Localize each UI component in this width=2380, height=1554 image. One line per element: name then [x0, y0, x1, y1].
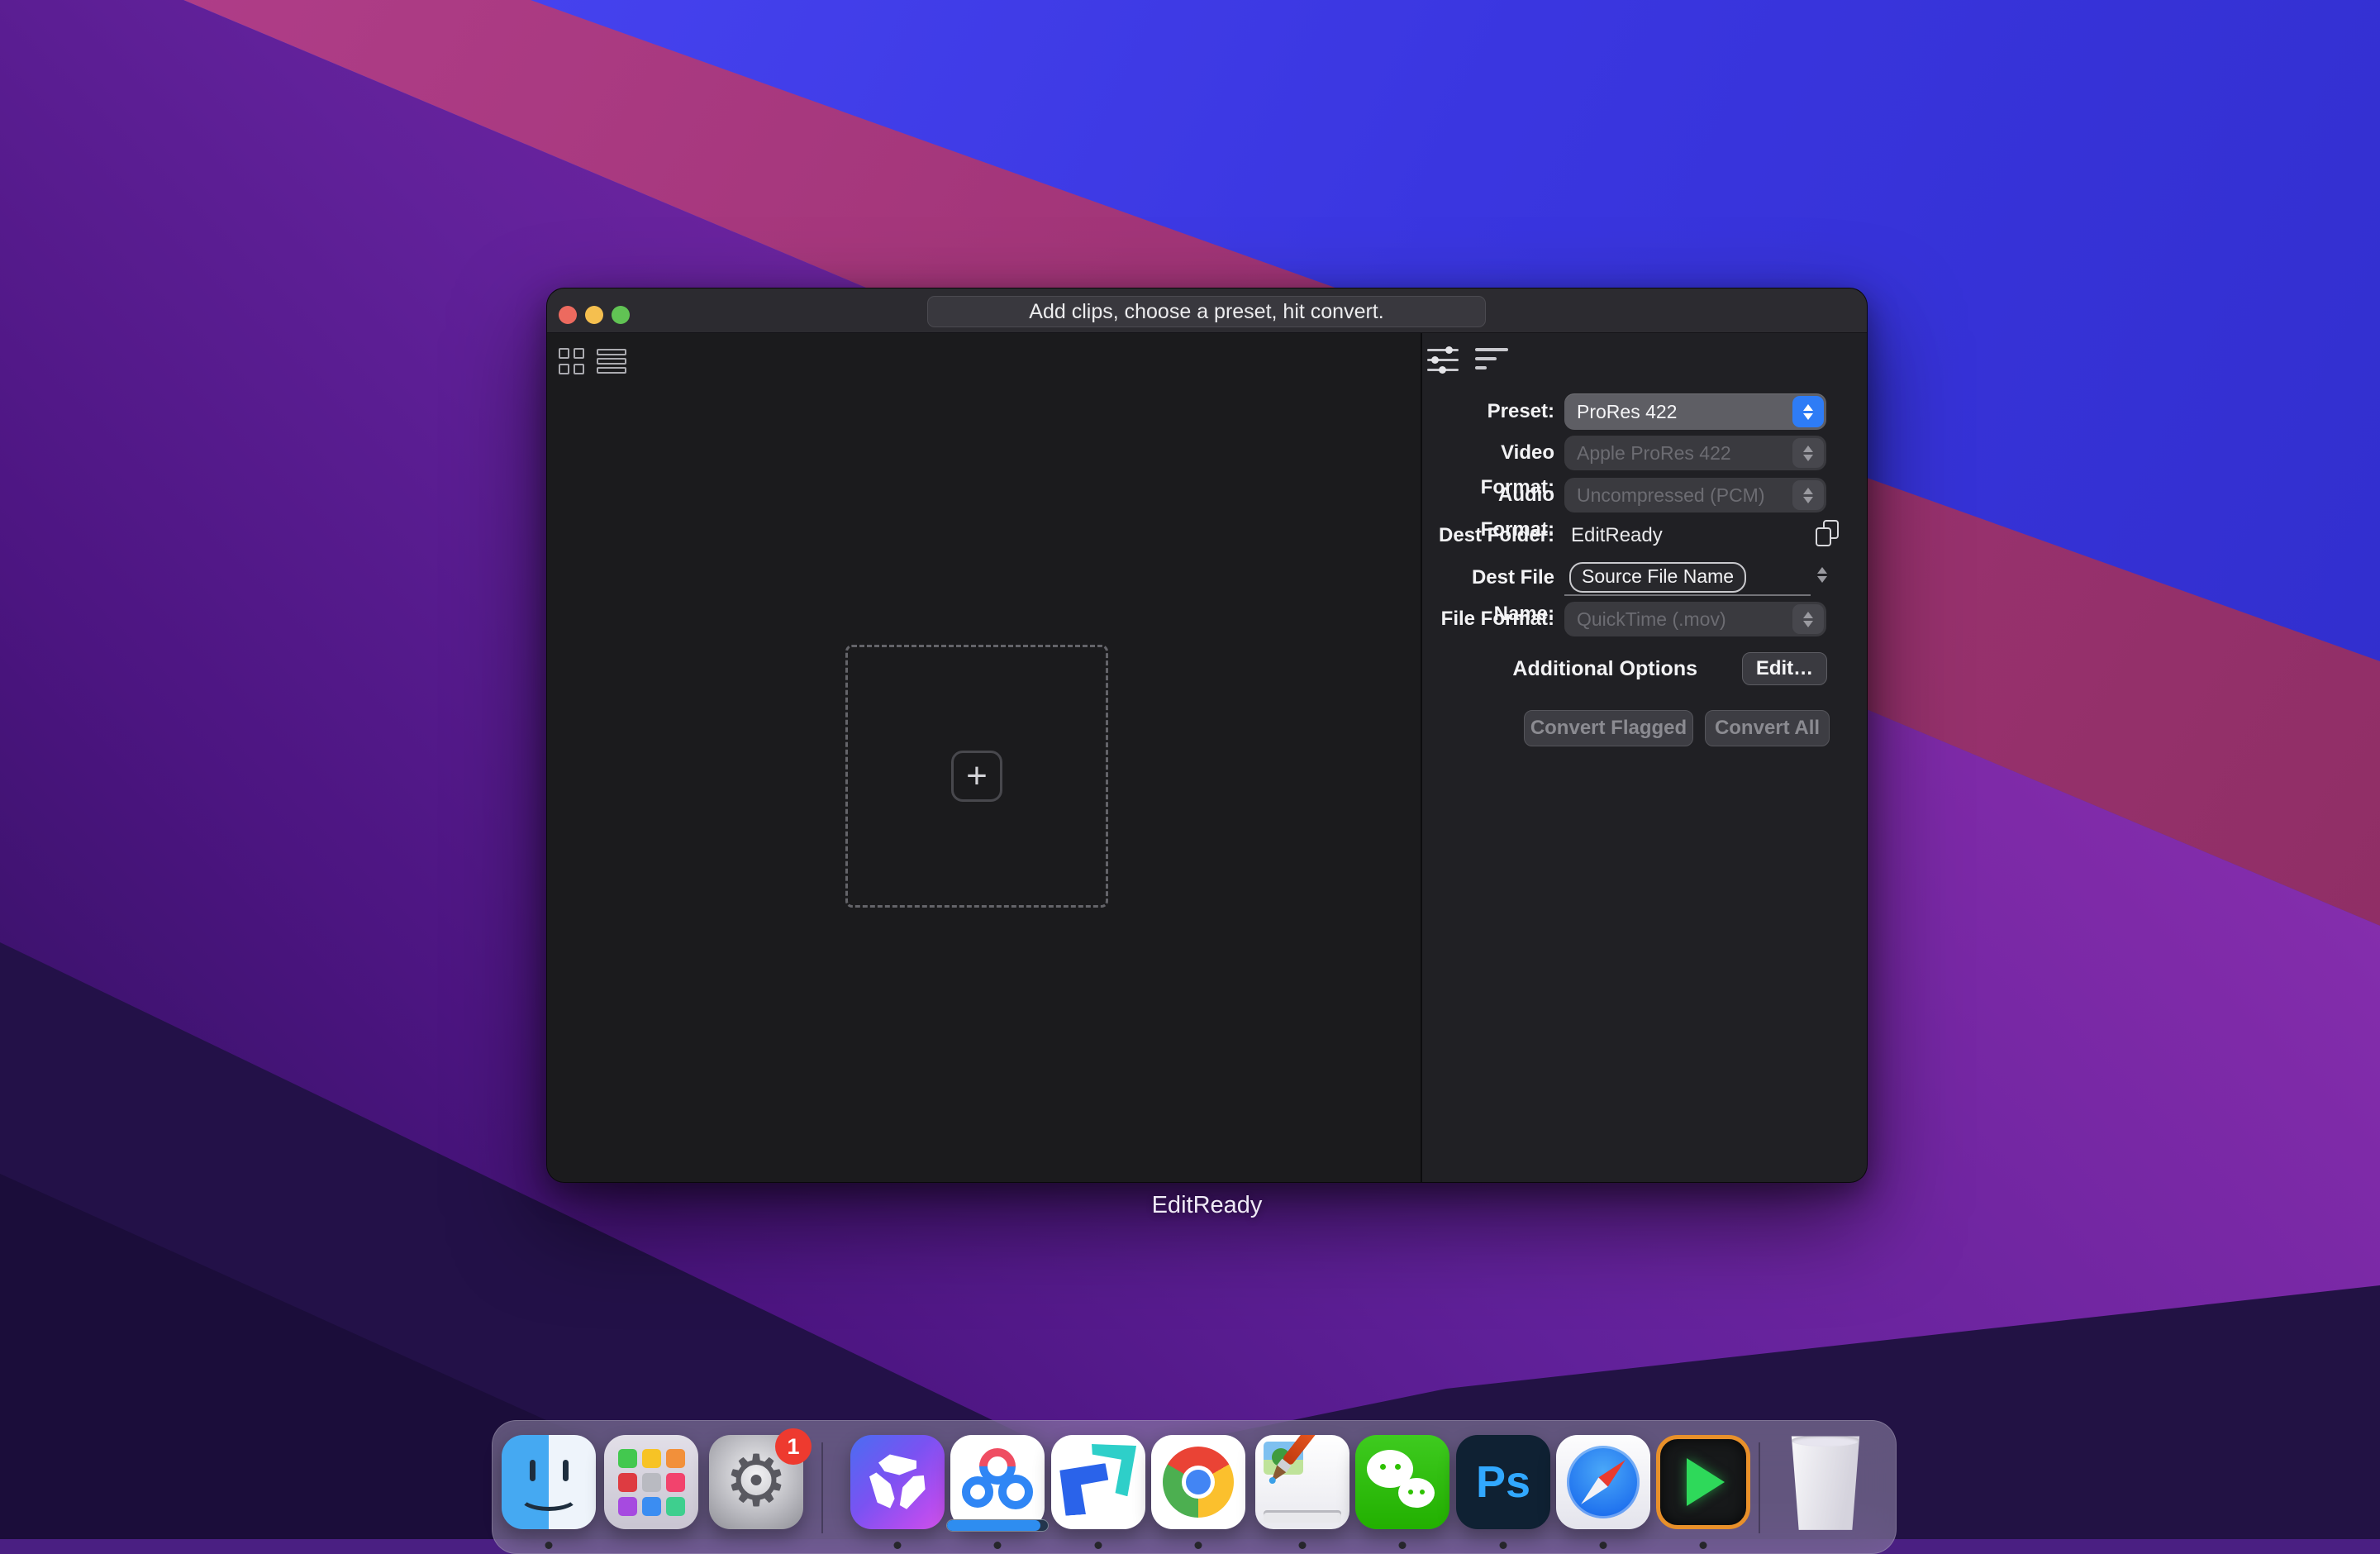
popup-arrows-icon — [1792, 438, 1824, 468]
running-indicator — [545, 1542, 553, 1549]
photoshop-icon: Ps — [1456, 1435, 1550, 1529]
token-stepper-icon[interactable] — [1817, 567, 1827, 583]
dock-item-photoshop[interactable]: Ps — [1456, 1435, 1550, 1529]
audio-format-value: Uncompressed (PCM) — [1577, 478, 1788, 512]
list-view-icon[interactable] — [597, 349, 626, 374]
running-indicator — [1299, 1542, 1307, 1549]
convert-all-button[interactable]: Convert All — [1705, 710, 1830, 746]
additional-options-label: Additional Options — [1422, 652, 1697, 685]
window-caption: EditReady — [546, 1192, 1868, 1219]
running-indicator — [1399, 1542, 1407, 1549]
edit-additional-options-button[interactable]: Edit… — [1742, 652, 1827, 685]
dock-item-system-preferences[interactable]: 1 — [709, 1435, 803, 1529]
status-message-pill: Add clips, choose a preset, hit convert. — [927, 296, 1486, 327]
preset-value: ProRes 422 — [1577, 393, 1788, 430]
dock-item-wechat[interactable] — [1355, 1435, 1449, 1529]
dock-item-safari[interactable] — [1556, 1435, 1650, 1529]
baidu-netdisk-icon — [950, 1435, 1045, 1529]
video-format-value: Apple ProRes 422 — [1577, 436, 1788, 470]
popup-arrows-icon — [1792, 480, 1824, 510]
window-content: + Preset: ProRes 422 Vi — [547, 333, 1867, 1182]
sort-lines-icon[interactable] — [1475, 348, 1508, 369]
dest-folder-value: EditReady — [1571, 522, 1663, 550]
add-clip-button[interactable]: + — [951, 751, 1002, 802]
launchpad-icon — [604, 1435, 698, 1529]
running-indicator — [1600, 1542, 1607, 1549]
zoom-button[interactable] — [612, 306, 630, 324]
dock-item-finder[interactable] — [502, 1435, 596, 1529]
dock-item-launchpad[interactable] — [604, 1435, 698, 1529]
dock-item-chrome[interactable] — [1151, 1435, 1245, 1529]
popup-arrows-icon — [1792, 604, 1824, 634]
running-indicator — [1095, 1542, 1102, 1549]
preset-popup[interactable]: ProRes 422 — [1564, 393, 1826, 430]
dest-folder-label: Dest Folder: — [1422, 522, 1554, 550]
grid-view-icon[interactable] — [559, 348, 585, 374]
video-format-popup: Apple ProRes 422 — [1564, 436, 1826, 470]
running-indicator — [1500, 1542, 1507, 1549]
dock-divider — [821, 1442, 823, 1533]
disk-paint-app-icon — [1255, 1435, 1349, 1529]
editready-window: Add clips, choose a preset, hit convert.… — [546, 288, 1868, 1183]
dock-item-disk-paint-app[interactable] — [1255, 1435, 1349, 1529]
notification-badge: 1 — [775, 1428, 812, 1465]
minimize-button[interactable] — [585, 306, 603, 324]
transfer-progress-bar — [946, 1519, 1049, 1532]
running-indicator — [994, 1542, 1002, 1549]
wechat-icon — [1355, 1435, 1449, 1529]
safari-icon — [1556, 1435, 1650, 1529]
preset-label: Preset: — [1422, 393, 1554, 430]
file-format-popup: QuickTime (.mov) — [1564, 602, 1826, 636]
running-indicator — [1700, 1542, 1707, 1549]
dock-item-baidu-netdisk[interactable] — [950, 1435, 1045, 1529]
purple-creative-app-icon — [850, 1435, 945, 1529]
field-underline — [1564, 594, 1811, 596]
file-format-value: QuickTime (.mov) — [1577, 602, 1788, 636]
close-button[interactable] — [559, 306, 577, 324]
filename-token[interactable]: Source File Name — [1569, 562, 1746, 593]
settings-sliders-icon[interactable] — [1427, 346, 1460, 374]
editready-icon — [1656, 1435, 1750, 1529]
finder-icon — [502, 1435, 596, 1529]
running-indicator — [894, 1542, 902, 1549]
chrome-icon — [1151, 1435, 1245, 1529]
settings-panel: Preset: ProRes 422 Video Format: Apple P… — [1422, 333, 1867, 1182]
clip-list-pane: + — [547, 333, 1421, 1182]
dock-item-trash[interactable] — [1778, 1435, 1873, 1529]
clip-dropzone[interactable]: + — [845, 645, 1108, 908]
file-format-label: File Format: — [1422, 602, 1554, 636]
view-toggles — [559, 348, 626, 374]
running-indicator — [1195, 1542, 1202, 1549]
convert-flagged-button[interactable]: Convert Flagged — [1524, 710, 1693, 746]
dock-divider — [1759, 1442, 1760, 1533]
audio-format-popup: Uncompressed (PCM) — [1564, 478, 1826, 512]
window-titlebar[interactable]: Add clips, choose a preset, hit convert. — [547, 288, 1867, 333]
dest-file-name-field[interactable]: Source File Name — [1422, 560, 1867, 598]
popup-arrows-icon — [1792, 396, 1824, 427]
trash-icon — [1785, 1433, 1866, 1531]
dock-item-editready[interactable] — [1656, 1435, 1750, 1529]
todesk-icon — [1051, 1435, 1145, 1529]
dock-item-todesk[interactable] — [1051, 1435, 1145, 1529]
reveal-folder-icon[interactable] — [1816, 520, 1839, 546]
dock-item-purple-creative-app[interactable] — [850, 1435, 945, 1529]
